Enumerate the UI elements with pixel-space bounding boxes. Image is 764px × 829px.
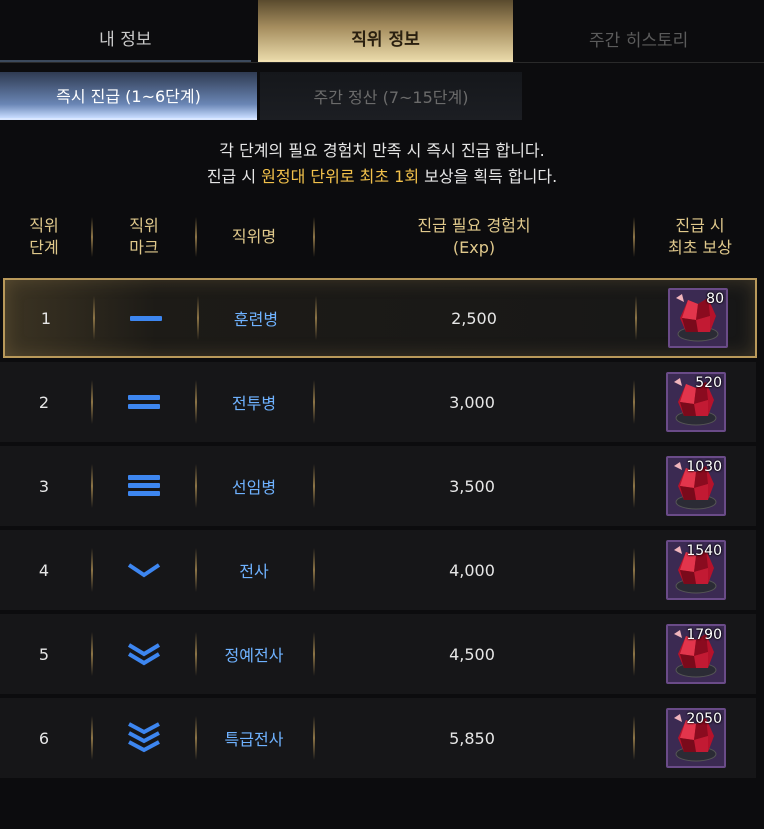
header-reward: 진급 시 최초 보상 (668, 216, 732, 257)
row-divider (197, 296, 199, 340)
row-divider (195, 380, 197, 424)
rank-name: 정예전사 (224, 646, 284, 665)
subtab-instant-promotion[interactable]: 즉시 진급 (1~6단계) (0, 72, 257, 120)
required-exp: 5,850 (449, 728, 495, 748)
header-divider (91, 217, 93, 257)
notice-text: 각 단계의 필요 경험치 만족 시 즉시 진급 합니다. 진급 시 원정대 단위… (0, 138, 764, 190)
rank-mark-icon (94, 530, 194, 610)
row-divider (91, 548, 93, 592)
required-exp: 4,000 (449, 560, 495, 580)
header-rank-name: 직위명 (231, 227, 277, 246)
subtab-weekly-settlement[interactable]: 주간 정산 (7~15단계) (260, 72, 522, 120)
rank-name: 훈련병 (233, 310, 279, 329)
reward-slot[interactable]: 1540 (666, 540, 726, 600)
main-tabs: 내 정보 직위 정보 주간 히스토리 (0, 0, 764, 63)
row-divider (195, 716, 197, 760)
sub-tabs: 즉시 진급 (1~6단계) 주간 정산 (7~15단계) (0, 72, 764, 120)
rank-name: 특급전사 (224, 730, 284, 749)
table-row[interactable]: 2 전투병 3,000 520 (0, 362, 756, 442)
rank-step: 4 (38, 560, 50, 580)
reward-count: 2050 (686, 711, 722, 727)
reward-slot[interactable]: 1030 (666, 456, 726, 516)
notice-line-2-suffix: 보상을 획득 합니다. (419, 167, 558, 186)
row-divider (91, 380, 93, 424)
tab-rank-info[interactable]: 직위 정보 (257, 0, 514, 62)
rank-step: 5 (38, 644, 50, 664)
rank-mark-icon (94, 614, 194, 694)
table-header: 직위 단계 직위 마크 직위명 진급 필요 경험치 (Exp) 진급 시 최초 … (0, 203, 764, 271)
reward-count: 520 (695, 375, 722, 391)
row-divider (633, 716, 635, 760)
reward-count: 1790 (686, 627, 722, 643)
header-exp: 진급 필요 경험치 (Exp) (417, 216, 531, 257)
rank-step: 6 (38, 728, 50, 748)
reward-count: 80 (706, 291, 724, 307)
notice-line-1: 각 단계의 필요 경험치 만족 시 즉시 진급 합니다. (219, 141, 545, 160)
row-divider (633, 632, 635, 676)
notice-line-2: 진급 시 원정대 단위로 최초 1회 보상을 획득 합니다. (0, 164, 764, 190)
row-divider (91, 464, 93, 508)
row-divider (313, 464, 315, 508)
row-divider (93, 296, 95, 340)
rank-mark-icon (94, 698, 194, 778)
rank-mark-icon (94, 446, 194, 526)
rank-mark-icon (94, 362, 194, 442)
table-row[interactable]: 5 정예전사 4,500 1790 (0, 614, 756, 694)
required-exp: 2,500 (451, 308, 497, 328)
row-divider (313, 632, 315, 676)
row-divider (633, 380, 635, 424)
reward-count: 1540 (686, 543, 722, 559)
row-divider (195, 548, 197, 592)
rank-step: 3 (38, 476, 50, 496)
required-exp: 3,000 (449, 392, 495, 412)
row-divider (91, 716, 93, 760)
rank-mark-icon (96, 280, 196, 356)
rank-name: 선임병 (231, 478, 277, 497)
row-divider (635, 296, 637, 340)
header-divider (633, 217, 635, 257)
table-row[interactable]: 1 훈련병 2,500 80 (3, 278, 757, 358)
rank-name: 전사 (239, 562, 269, 581)
table-row[interactable]: 3 선임병 3,500 1030 (0, 446, 756, 526)
header-divider (195, 217, 197, 257)
row-divider (633, 548, 635, 592)
reward-slot[interactable]: 1790 (666, 624, 726, 684)
row-divider (195, 464, 197, 508)
notice-line-2-prefix: 진급 시 (206, 167, 262, 186)
reward-slot[interactable]: 2050 (666, 708, 726, 768)
header-rank-step: 직위 단계 (29, 216, 59, 257)
row-divider (313, 548, 315, 592)
row-divider (313, 380, 315, 424)
table-row[interactable]: 4 전사 4,000 1540 (0, 530, 756, 610)
table-row[interactable]: 6 특급전사 5,850 2050 (0, 698, 756, 778)
row-divider (91, 632, 93, 676)
header-rank-mark: 직위 마크 (129, 216, 159, 257)
tab-weekly-history[interactable]: 주간 히스토리 (513, 0, 764, 62)
rank-step: 2 (38, 392, 50, 412)
row-divider (195, 632, 197, 676)
reward-slot[interactable]: 80 (668, 288, 728, 348)
notice-highlight: 원정대 단위로 최초 1회 (261, 167, 420, 186)
rank-step: 1 (40, 308, 52, 328)
row-divider (313, 716, 315, 760)
rank-name: 전투병 (231, 394, 277, 413)
reward-count: 1030 (686, 459, 722, 475)
row-divider (633, 464, 635, 508)
reward-slot[interactable]: 520 (666, 372, 726, 432)
header-divider (313, 217, 315, 257)
required-exp: 3,500 (449, 476, 495, 496)
required-exp: 4,500 (449, 644, 495, 664)
row-divider (315, 296, 317, 340)
tab-my-info[interactable]: 내 정보 (0, 0, 251, 62)
